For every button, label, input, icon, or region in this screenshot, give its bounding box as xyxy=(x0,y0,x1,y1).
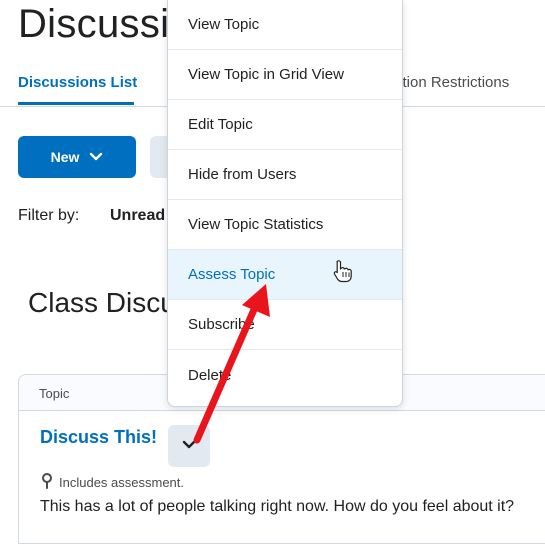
menu-item-view-topic[interactable]: View Topic xyxy=(168,0,402,50)
new-button[interactable]: New xyxy=(18,136,136,178)
new-button-label: New xyxy=(50,149,80,165)
assessment-note: Includes assessment. xyxy=(41,473,184,492)
topic-context-menu: View Topic View Topic in Grid View Edit … xyxy=(167,0,403,407)
menu-item-hide-from-users[interactable]: Hide from Users xyxy=(168,150,402,200)
map-pin-icon xyxy=(41,473,53,492)
assessment-note-text: Includes assessment. xyxy=(59,475,185,490)
tab-restrictions[interactable]: ction Restrictions xyxy=(395,74,509,91)
filter-dropdown[interactable]: Unread xyxy=(110,207,165,225)
menu-item-view-topic-statistics[interactable]: View Topic Statistics xyxy=(168,200,402,250)
topic-actions-button[interactable] xyxy=(168,425,210,467)
menu-item-view-topic-grid[interactable]: View Topic in Grid View xyxy=(168,50,402,100)
chevron-down-icon xyxy=(89,149,103,165)
menu-item-assess-topic[interactable]: Assess Topic xyxy=(168,250,402,300)
column-header-topic: Topic xyxy=(39,386,70,401)
topic-link[interactable]: Discuss This! xyxy=(40,427,157,448)
menu-item-edit-topic[interactable]: Edit Topic xyxy=(168,100,402,150)
menu-item-delete[interactable]: Delete xyxy=(168,350,402,400)
tab-discussions-list[interactable]: Discussions List xyxy=(18,74,137,91)
active-tab-indicator xyxy=(18,102,134,105)
menu-item-subscribe[interactable]: Subscribe xyxy=(168,300,402,350)
filter-label: Filter by: xyxy=(18,207,80,224)
topic-description: This has a lot of people talking right n… xyxy=(40,498,515,515)
chevron-down-icon xyxy=(182,437,196,455)
